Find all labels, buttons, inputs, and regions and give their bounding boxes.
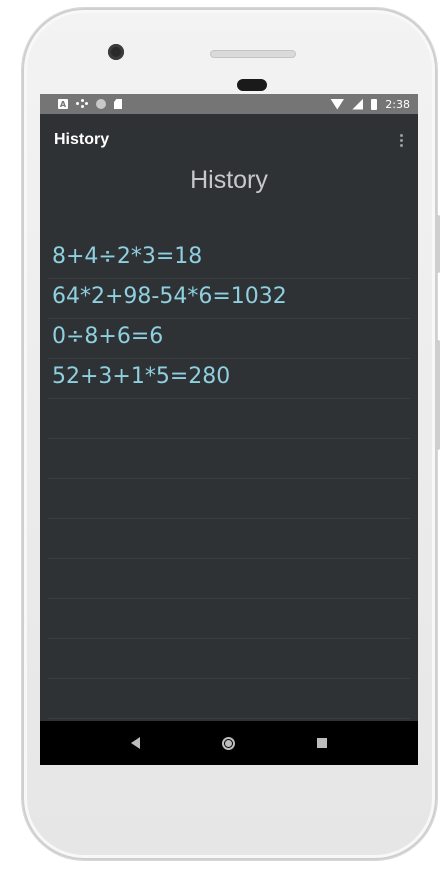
history-row[interactable] xyxy=(48,559,410,599)
signal-icon xyxy=(352,98,364,110)
assistant-dots-icon xyxy=(76,99,88,109)
history-expression: 0÷8+6=6 xyxy=(52,324,164,349)
history-expression: 52+3+1*5=280 xyxy=(52,364,231,389)
status-left-icons: A xyxy=(58,99,122,109)
history-expression: 8+4÷2*3=18 xyxy=(52,244,203,269)
front-camera xyxy=(108,44,124,60)
battery-icon xyxy=(371,98,378,110)
history-row[interactable] xyxy=(48,679,410,719)
home-icon[interactable] xyxy=(222,736,235,750)
wifi-icon xyxy=(330,98,345,110)
back-icon[interactable] xyxy=(131,737,140,749)
history-row[interactable]: 52+3+1*5=280 xyxy=(48,359,410,399)
overflow-menu-icon[interactable] xyxy=(400,133,404,147)
toolbar-title: History xyxy=(54,131,110,148)
navigation-bar xyxy=(40,721,418,765)
recents-icon[interactable] xyxy=(317,738,327,748)
page-title: History xyxy=(190,166,268,194)
a-notification-icon: A xyxy=(58,99,68,109)
history-row[interactable]: 0÷8+6=6 xyxy=(48,319,410,359)
earpiece-speaker xyxy=(210,50,296,58)
volume-button xyxy=(436,340,440,450)
history-row[interactable] xyxy=(48,439,410,479)
power-button xyxy=(436,215,440,273)
proximity-sensor xyxy=(237,79,267,91)
history-list: 8+4÷2*3=18 64*2+98-54*6=1032 0÷8+6=6 52+3+1… xyxy=(48,239,410,759)
status-time: 2:38 xyxy=(385,97,410,111)
status-bar: A 2:38 xyxy=(40,94,418,114)
history-row[interactable]: 8+4÷2*3=18 xyxy=(48,239,410,279)
history-row[interactable] xyxy=(48,639,410,679)
history-row[interactable] xyxy=(48,479,410,519)
history-row[interactable] xyxy=(48,519,410,559)
app-toolbar: History xyxy=(40,114,418,166)
status-right-icons: 2:38 xyxy=(330,98,410,111)
app-screen: A 2:38 History History 8+4÷2*3=18 64*2+98… xyxy=(40,94,418,765)
sd-card-icon xyxy=(114,99,122,109)
circle-icon xyxy=(96,99,106,109)
history-row[interactable]: 64*2+98-54*6=1032 xyxy=(48,279,410,319)
history-expression: 64*2+98-54*6=1032 xyxy=(52,284,287,309)
history-row[interactable] xyxy=(48,399,410,439)
history-row[interactable] xyxy=(48,599,410,639)
